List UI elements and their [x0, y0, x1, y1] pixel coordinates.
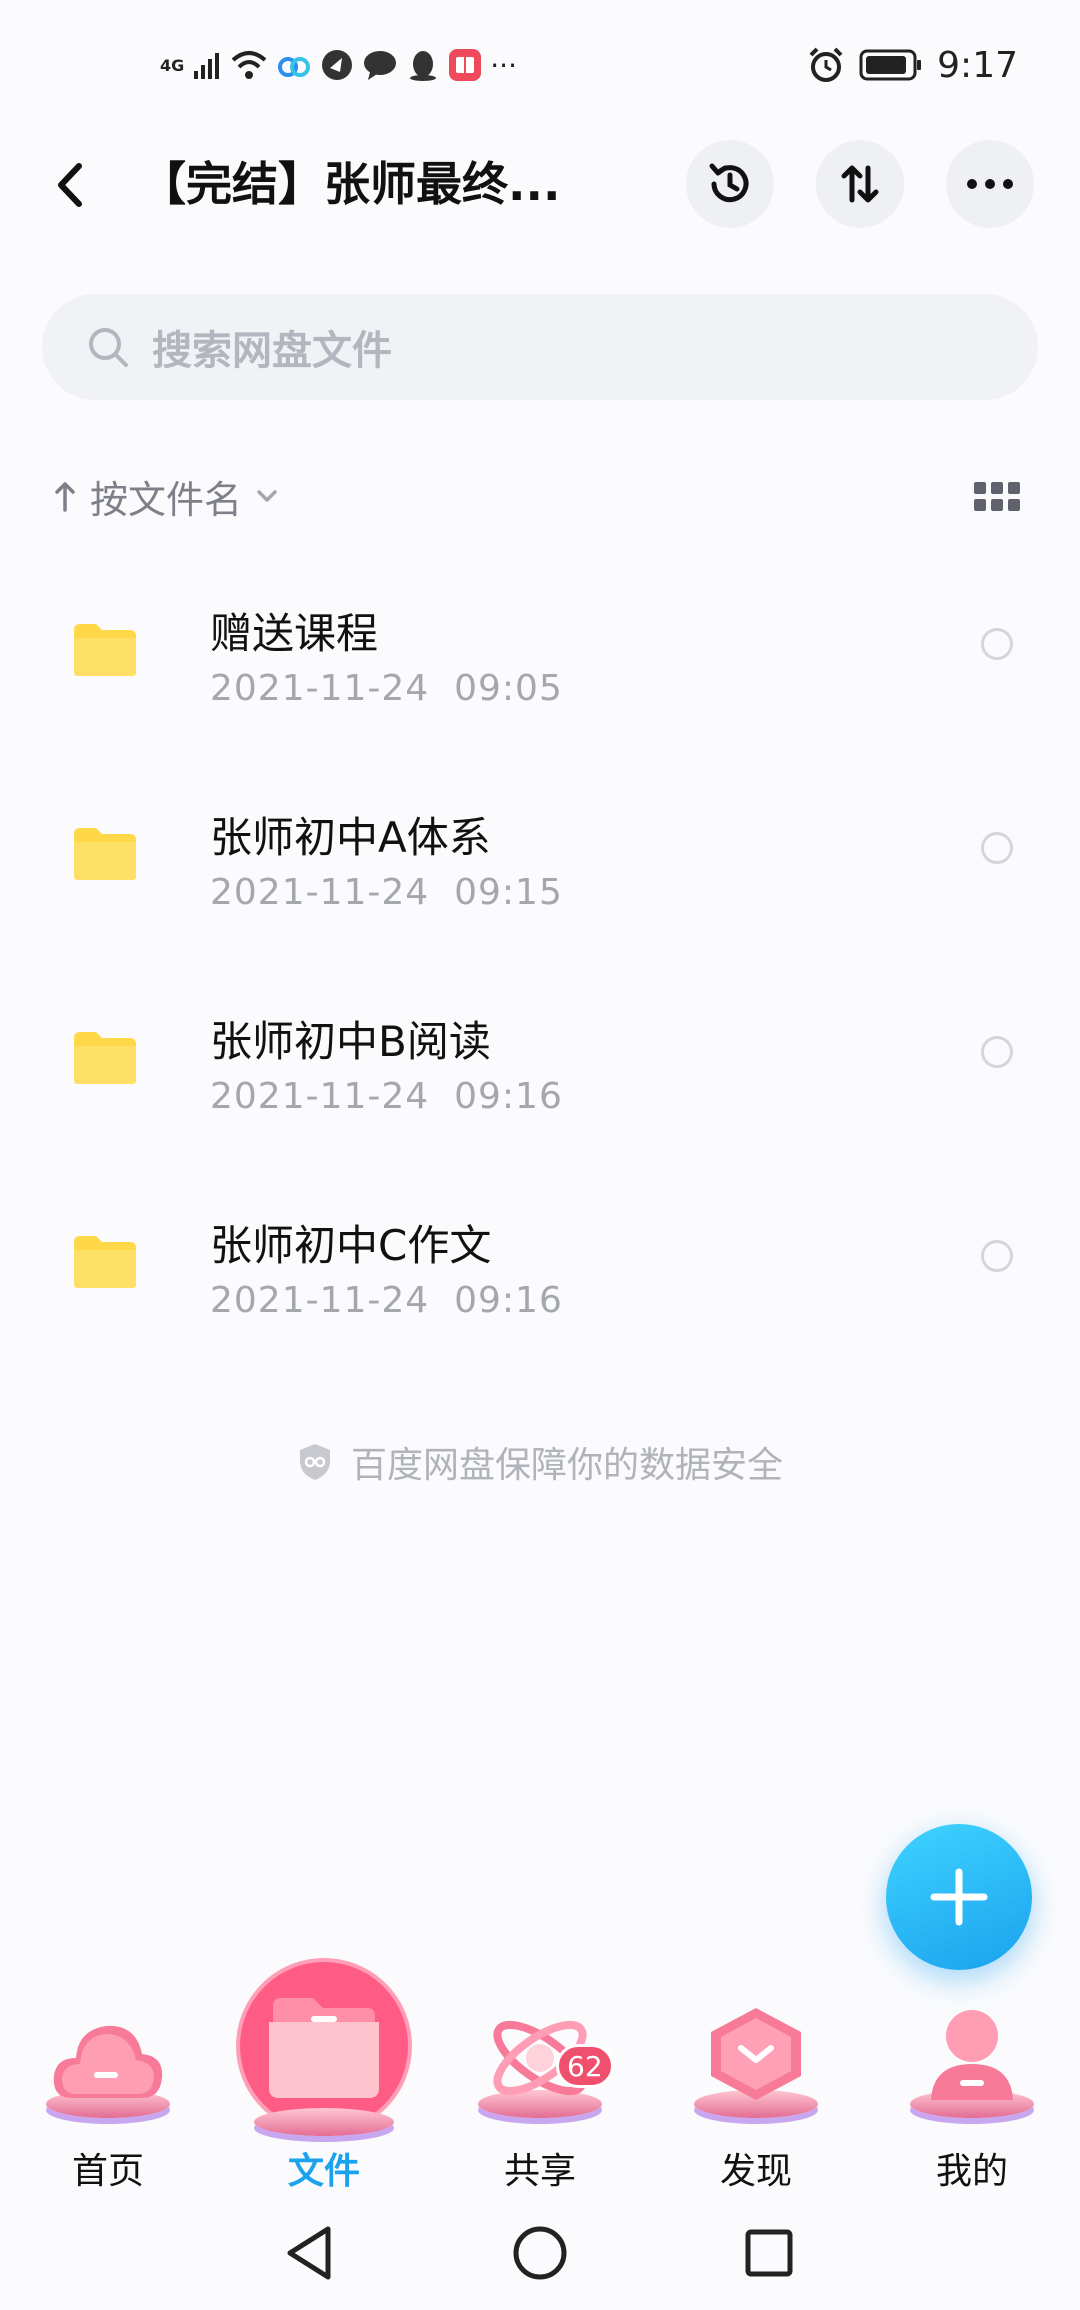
- wifi-icon: [231, 51, 267, 79]
- grid-icon: [974, 481, 986, 494]
- chevron-left-icon: [58, 163, 82, 207]
- history-icon: [709, 163, 749, 203]
- cloud-icon: [53, 2025, 163, 2098]
- chevron-down-icon: [257, 490, 277, 502]
- baidu-netdisk-icon: [278, 57, 311, 77]
- qq-icon: [410, 51, 437, 81]
- tab-profile[interactable]: 我的: [872, 1958, 1072, 2192]
- book-app-icon: [449, 49, 482, 81]
- folder-icon: [74, 828, 136, 880]
- tab-label: 发现: [719, 2151, 792, 2192]
- safety-text: 百度网盘保障你的数据安全: [350, 1445, 783, 1486]
- clock: 9:17: [937, 44, 1018, 86]
- transfer-button[interactable]: [816, 140, 904, 228]
- search-icon: [89, 328, 128, 367]
- folder-icon: [74, 1032, 136, 1084]
- file-item[interactable]: 赠送课程 2021-11-24 09:05: [0, 558, 1080, 762]
- select-checkbox[interactable]: [981, 1036, 1013, 1068]
- select-checkbox[interactable]: [981, 628, 1013, 660]
- back-button[interactable]: [40, 150, 100, 220]
- hexagon-icon: [711, 2008, 801, 2100]
- file-item[interactable]: 张师初中C作文 2021-11-24 09:16: [0, 1170, 1080, 1374]
- tab-files[interactable]: 文件: [224, 1958, 424, 2192]
- safety-note: 百度网盘保障你的数据安全: [0, 1436, 1080, 1488]
- tab-home[interactable]: 首页: [8, 1958, 208, 2192]
- network-type: 4G: [160, 55, 185, 75]
- page-title: 【完结】张师最终...: [140, 157, 561, 211]
- file-name: 赠送课程: [210, 609, 379, 658]
- status-icons-left: 4G ···: [160, 40, 517, 90]
- tab-share[interactable]: 62 共享: [440, 1958, 640, 2192]
- alarm-icon: [809, 47, 843, 82]
- file-time: 2021-11-24 09:15: [210, 872, 563, 913]
- battery-icon: [859, 49, 922, 81]
- person-icon: [931, 2010, 1013, 2100]
- file-name: 张师初中C作文: [210, 1221, 492, 1270]
- tab-label: 文件: [287, 2151, 360, 2192]
- add-button[interactable]: [886, 1824, 1032, 1970]
- select-checkbox[interactable]: [981, 1240, 1013, 1272]
- sort-label: 按文件名: [90, 477, 243, 522]
- file-time: 2021-11-24 09:05: [210, 668, 563, 709]
- file-name: 张师初中A体系: [210, 813, 491, 862]
- nav-back-button[interactable]: [274, 2218, 344, 2288]
- more-notifications: ···: [490, 48, 517, 82]
- signal-icon: [194, 53, 220, 79]
- more-button[interactable]: [946, 140, 1034, 228]
- folder-icon: [74, 624, 136, 676]
- up-down-arrows-icon: [841, 165, 879, 203]
- tab-pedestal: [254, 2108, 394, 2136]
- status-bar: 4G ··· 9:17: [0, 0, 1080, 120]
- file-item[interactable]: 张师初中B阅读 2021-11-24 09:16: [0, 966, 1080, 1170]
- tab-discover[interactable]: 发现: [656, 1958, 856, 2192]
- folder-icon: [74, 1236, 136, 1288]
- tab-label: 首页: [71, 2151, 144, 2192]
- search-placeholder: 搜索网盘文件: [152, 328, 392, 374]
- sort-selector[interactable]: 按文件名: [54, 466, 278, 526]
- file-item[interactable]: 张师初中A体系 2021-11-24 09:15: [0, 762, 1080, 966]
- tab-label: 共享: [503, 2151, 576, 2192]
- circle-home-icon: [513, 2226, 567, 2280]
- status-icons-right: 9:17: [807, 40, 1018, 90]
- tab-label: 我的: [935, 2151, 1008, 2192]
- grid-view-button[interactable]: [974, 476, 1020, 516]
- more-dots-icon: [967, 179, 1013, 189]
- app-notify-icon: [322, 50, 353, 80]
- chat-bubble-icon: [364, 51, 397, 80]
- shield-icon: [299, 1444, 330, 1480]
- nav-home-button[interactable]: [505, 2218, 575, 2288]
- search-input[interactable]: 搜索网盘文件: [42, 294, 1038, 400]
- select-checkbox[interactable]: [981, 832, 1013, 864]
- file-name: 张师初中B阅读: [210, 1017, 491, 1066]
- nav-recents-button[interactable]: [734, 2218, 804, 2288]
- triangle-back-icon: [287, 2226, 331, 2280]
- arrow-up-icon: [55, 482, 75, 512]
- history-button[interactable]: [686, 140, 774, 228]
- square-recents-icon: [745, 2229, 793, 2277]
- file-time: 2021-11-24 09:16: [210, 1280, 563, 1321]
- file-time: 2021-11-24 09:16: [210, 1076, 563, 1117]
- share-badge: 62: [556, 2044, 614, 2088]
- plus-icon: [930, 1868, 988, 1926]
